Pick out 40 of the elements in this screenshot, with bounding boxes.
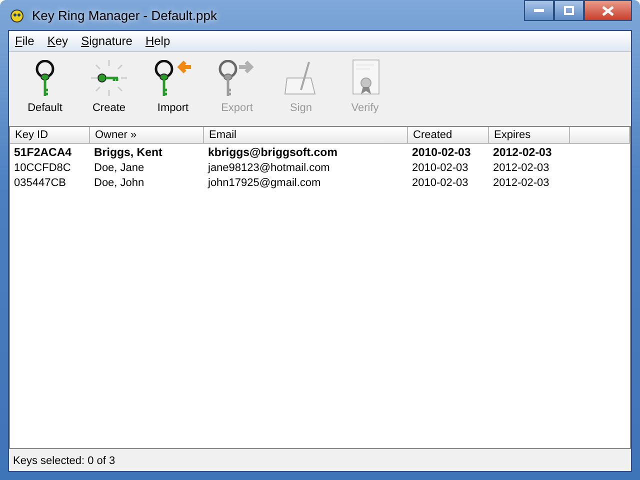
maximize-icon [564,6,574,15]
menu-item[interactable]: File [15,34,34,48]
key-arrow-icon [154,60,192,96]
table-cell-text: jane98123@hotmail.com [206,162,331,176]
minimize-button[interactable] [524,0,554,21]
column-header[interactable]: Owner » [90,127,204,144]
table-cell-text: 51F2ACA4 [13,147,73,161]
table-cell-text: Doe, John [93,177,146,191]
table-cell-text: 2012-02-03 [492,177,550,191]
table-cell-text: 2010-02-03 [411,162,470,176]
menu-item[interactable]: Key [47,34,68,48]
toolbar-button[interactable]: Default [17,56,73,114]
close-icon [602,6,614,16]
table-cell-text: 10CCFD8C [13,162,72,176]
column-header[interactable]: Expires [489,127,570,144]
status-text: Keys selected: 0 of 3 [13,455,116,467]
table-cell-text: kbriggs@briggsoft.com [207,147,338,161]
column-header [570,127,630,144]
table-cell-text: 2010-02-03 [411,147,472,161]
menu-item[interactable]: Help [145,34,170,48]
key-arrow-icon [218,60,256,96]
table-cell-text: Doe, Jane [93,162,146,176]
table-cell-text: john17925@gmail.com [206,177,322,191]
table-cell-text: 2012-02-03 [492,147,553,161]
menu-item[interactable]: Signature [81,34,132,48]
window-title: Key Ring Manager - Default.ppk [32,8,217,22]
column-header[interactable]: Key ID [10,127,90,144]
minimize-icon [534,9,544,12]
key-icon [35,60,55,96]
column-header[interactable]: Email [204,127,408,144]
maximize-button[interactable] [554,0,584,21]
table-cell-text: 2012-02-03 [492,162,550,176]
toolbar-button[interactable]: Create [81,56,137,114]
table-cell-text: 035447CB [13,177,67,191]
toolbar-button[interactable]: Import [145,56,201,114]
table-cell-text: Briggs, Kent [93,147,164,161]
app-icon [8,7,26,23]
close-button[interactable] [584,0,632,21]
column-header[interactable]: Created [408,127,489,144]
table-cell-text: 2010-02-03 [411,177,470,191]
